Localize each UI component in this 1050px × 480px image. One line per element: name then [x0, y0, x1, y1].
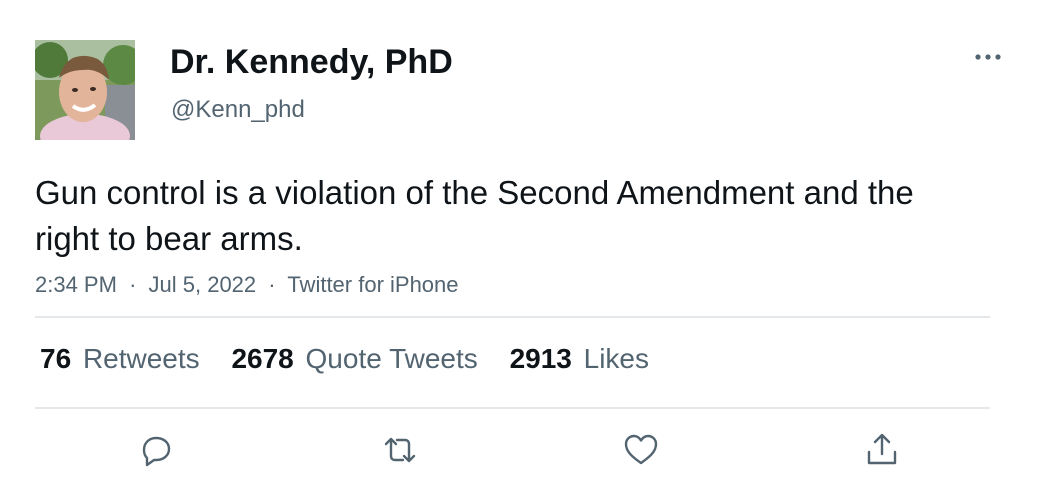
- meta-separator: ·: [268, 272, 276, 297]
- tweet-stats: 76 Retweets 2678 Quote Tweets 2913 Likes: [40, 343, 673, 375]
- reply-button[interactable]: [136, 430, 176, 470]
- quote-tweets-count: 2678: [231, 343, 294, 374]
- likes-stat[interactable]: 2913 Likes: [510, 343, 649, 375]
- avatar-photo: [35, 40, 135, 140]
- retweet-icon: [384, 437, 416, 463]
- reply-icon: [142, 436, 171, 467]
- likes-count: 2913: [509, 343, 572, 374]
- share-icon: [867, 433, 897, 465]
- like-button[interactable]: [621, 430, 661, 470]
- retweets-stat[interactable]: 76 Retweets: [40, 343, 200, 375]
- avatar[interactable]: [35, 40, 135, 140]
- quote-tweets-label: Quote Tweets: [305, 343, 478, 374]
- retweets-count: 76: [40, 343, 72, 374]
- author-handle[interactable]: @Kenn_phd: [171, 96, 305, 124]
- tweet-text: Gun control is a violation of the Second…: [35, 174, 914, 257]
- heart-icon: [624, 434, 658, 465]
- tweet-meta: 2:34 PM · Jul 5, 2022 · Twitter for iPho…: [35, 272, 459, 298]
- divider: [35, 316, 990, 318]
- more-options-button[interactable]: [968, 42, 1008, 72]
- divider: [35, 407, 990, 409]
- more-horizontal-icon: [975, 54, 1001, 60]
- share-button[interactable]: [862, 430, 902, 470]
- meta-separator: ·: [129, 272, 137, 297]
- tweet-date[interactable]: Jul 5, 2022: [149, 272, 257, 297]
- tweet-time[interactable]: 2:34 PM: [35, 272, 117, 297]
- tweet-card: Dr. Kennedy, PhD @Kenn_phd Gun control i…: [0, 0, 1050, 480]
- quote-tweets-stat[interactable]: 2678 Quote Tweets: [231, 343, 477, 375]
- likes-label: Likes: [583, 343, 650, 374]
- tweet-source[interactable]: Twitter for iPhone: [287, 272, 458, 297]
- retweets-label: Retweets: [82, 343, 200, 374]
- retweet-button[interactable]: [380, 430, 420, 470]
- author-display-name[interactable]: Dr. Kennedy, PhD: [170, 43, 453, 82]
